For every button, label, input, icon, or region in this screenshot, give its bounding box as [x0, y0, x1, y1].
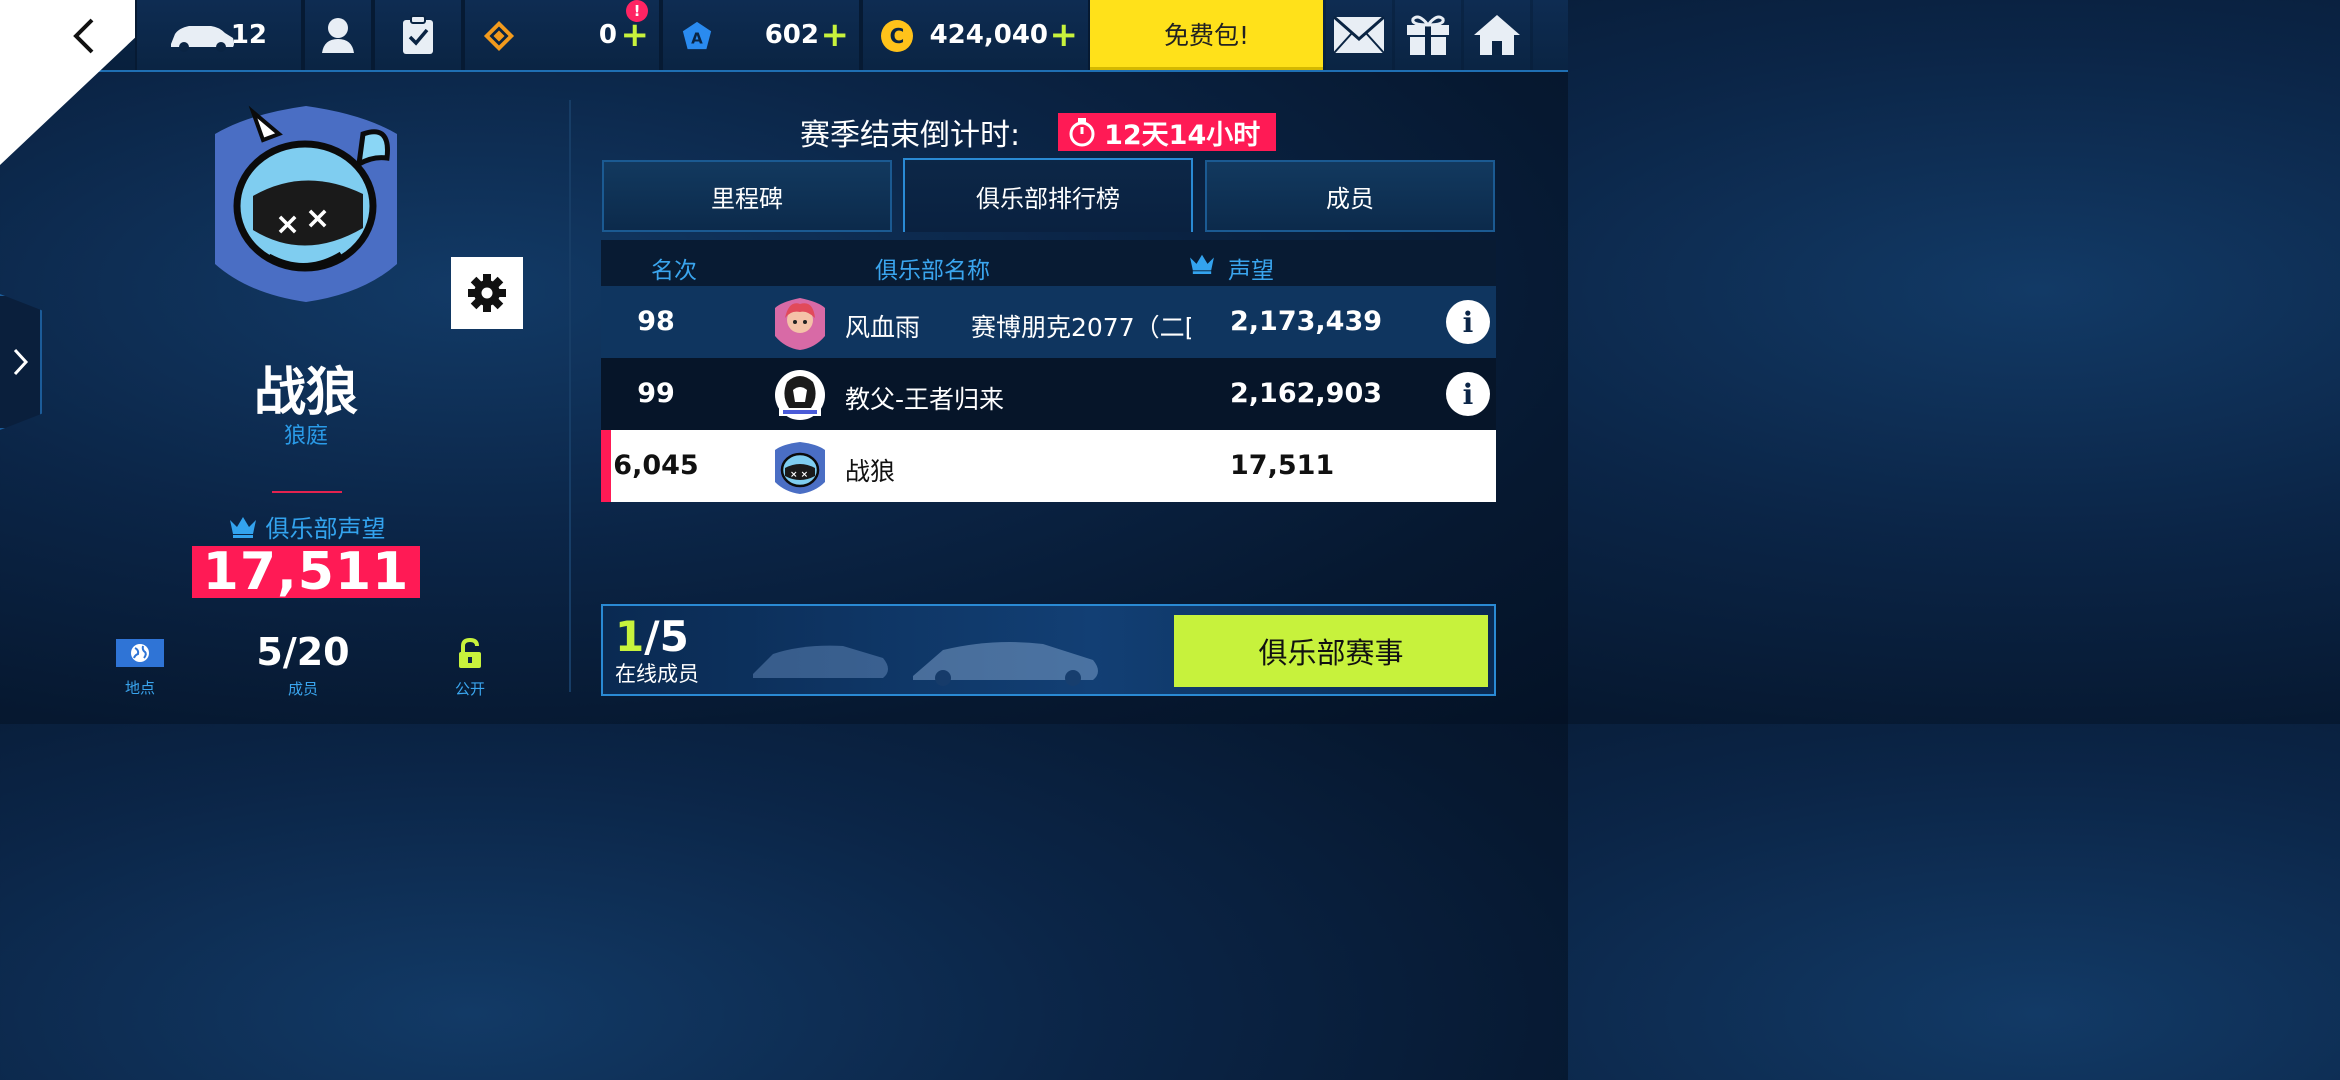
row-rank: 6,045 [613, 450, 699, 481]
info-button[interactable]: i [1446, 300, 1490, 344]
envelope-icon [1333, 15, 1385, 54]
row-club-name: 教父-王者归来 [845, 385, 1005, 414]
alert-badge: ! [626, 0, 648, 22]
gift-icon [1407, 15, 1449, 55]
members-label: 成员 [287, 680, 318, 698]
cars-background-image [753, 642, 1098, 686]
car-count: 12 [230, 20, 267, 50]
stopwatch-icon [1069, 118, 1095, 147]
free-pack-button[interactable]: 免费包! [1090, 0, 1323, 70]
unlock-icon [459, 637, 481, 668]
garage-cars[interactable]: 12 [135, 0, 303, 70]
clipboard-check-icon [403, 15, 433, 54]
club-emblem-icon: × × [215, 105, 397, 302]
gear-icon [468, 274, 506, 312]
token-icon [483, 20, 515, 52]
prestige-label-row: 俱乐部声望 [193, 508, 420, 544]
credits-currency: A 602 + [661, 0, 861, 70]
row-club-name: 风血雨 [845, 313, 921, 342]
club-logo-icon: × × [775, 442, 825, 494]
svg-text:×: × [305, 201, 330, 236]
location-stat: 地点 [105, 630, 175, 698]
online-total: /5 [644, 612, 689, 661]
leaderboard-table: 名次 俱乐部名称 声望 98 风血雨 赛博朋克2077（二[ 2,173,439… [601, 240, 1496, 502]
svg-text:A: A [691, 30, 703, 48]
online-label: 在线成员 [615, 662, 699, 686]
row-rank: 98 [637, 306, 675, 337]
club-name: 战狼 [253, 363, 358, 423]
top-bar: 12 0 + A 602 + C 424,040 + ! 免费包! [0, 0, 1568, 165]
tab-milestones[interactable]: 里程碑 [602, 160, 892, 232]
chevron-right-icon [13, 348, 29, 376]
club-events-button[interactable]: 俱乐部赛事 [1174, 615, 1488, 687]
tab-club-leaderboard[interactable]: 俱乐部排行榜 [903, 158, 1193, 232]
table-row[interactable]: 98 风血雨 赛博朋克2077（二[ 2,173,439 i [601, 286, 1496, 358]
credit-token-add-button[interactable]: + [821, 15, 850, 55]
gift-button[interactable] [1395, 0, 1461, 70]
row-rank: 99 [637, 378, 675, 409]
tab-members[interactable]: 成员 [1205, 160, 1495, 232]
back-button[interactable] [55, 10, 115, 62]
privacy-stat: 公开 [440, 630, 500, 699]
header-club-name: 俱乐部名称 [875, 258, 990, 284]
online-members-panel: 1/5 在线成员 俱乐部赛事 [601, 604, 1496, 696]
row-score: 2,162,903 [1230, 378, 1383, 409]
countdown-label: 赛季结束倒计时: [800, 118, 1021, 153]
coin-value: 424,040 [929, 20, 1048, 50]
row-score: 2,173,439 [1230, 306, 1383, 337]
club-subtitle: 狼庭 [283, 424, 328, 449]
side-panel-toggle[interactable] [0, 294, 42, 430]
row-club-name: 战狼 [845, 457, 896, 486]
user-icon [322, 18, 354, 53]
coin-add-button[interactable]: + [1050, 15, 1079, 55]
online-count: 1/5 [615, 612, 689, 661]
season-countdown: 赛季结束倒计时: 12天14小时 [800, 112, 1277, 153]
coins-currency: C 424,040 + [861, 0, 1090, 70]
tasks-button[interactable] [373, 0, 463, 70]
divider-line [272, 491, 342, 493]
row-score: 17,511 [1230, 450, 1335, 481]
coin-icon: C [881, 20, 913, 52]
car-icon [171, 26, 234, 52]
row-club-name-extra: 赛博朋克2077（二[ [971, 313, 1191, 342]
token-value: 0 [598, 20, 617, 50]
club-logo-icon [775, 298, 825, 350]
chevron-left-icon [73, 18, 94, 54]
profile-button[interactable] [303, 0, 373, 70]
credit-token-icon: A [681, 20, 713, 52]
club-settings-button[interactable] [451, 257, 523, 329]
globe-icon [116, 639, 164, 667]
home-button[interactable] [1464, 0, 1530, 70]
privacy-label: 公开 [454, 680, 485, 698]
table-row-own-club[interactable]: 6,045 × × 战狼 17,511 [601, 430, 1496, 502]
mail-button[interactable] [1326, 0, 1392, 70]
prestige-label: 俱乐部声望 [265, 514, 386, 543]
crown-icon [1190, 254, 1214, 274]
countdown-timer: 12天14小时 [1058, 113, 1277, 151]
club-logo-icon [775, 370, 825, 420]
crown-icon [229, 517, 256, 538]
topbar-edge [1533, 0, 1568, 70]
panel-divider [569, 100, 571, 692]
countdown-value: 12天14小时 [1104, 119, 1261, 151]
location-label: 地点 [124, 679, 155, 697]
header-rank: 名次 [651, 258, 697, 284]
members-stat: 5/20 成员 [243, 630, 363, 699]
members-value: 5/20 [256, 630, 350, 674]
table-header: 名次 俱乐部名称 声望 [601, 240, 1496, 286]
svg-text:×: × [275, 207, 300, 242]
table-row[interactable]: 99 教父-王者归来 2,162,903 i [601, 358, 1496, 430]
info-button[interactable]: i [1446, 372, 1490, 416]
online-current: 1 [615, 612, 645, 661]
credit-token-value: 602 [764, 20, 819, 50]
prestige-value: 17,511 [192, 542, 420, 602]
home-icon [1474, 15, 1520, 55]
header-prestige: 声望 [1228, 258, 1274, 284]
svg-text:× ×: × × [790, 470, 808, 480]
